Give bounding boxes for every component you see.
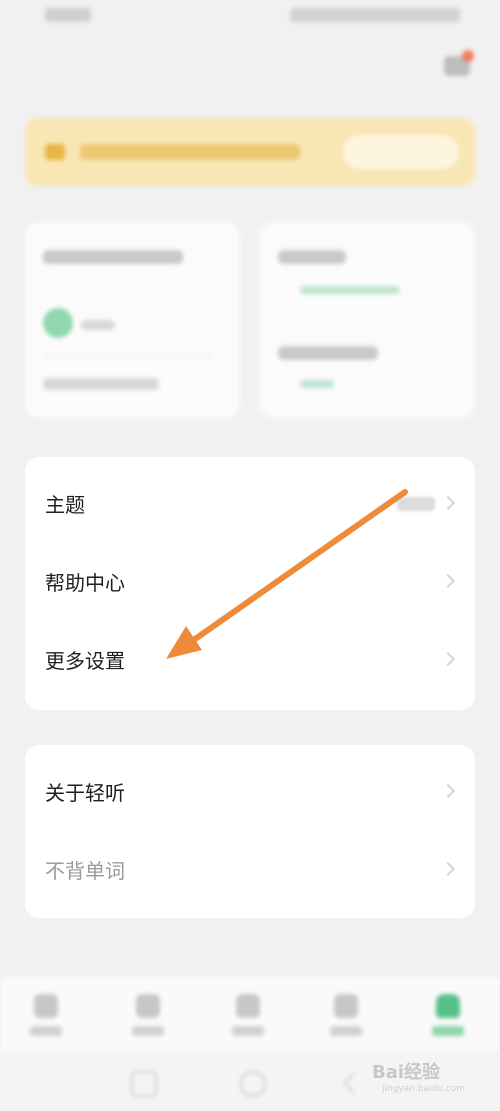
menu-item-label: 帮助中心 [45,571,125,595]
theme-value [397,497,435,511]
home-nav-icon[interactable] [240,1071,266,1097]
watermark-brand-suffix: 经验 [404,1062,441,1083]
status-icons [290,8,460,22]
stat-progress [300,286,400,294]
tab-category[interactable] [118,990,178,1045]
tab-label [432,1026,464,1036]
bottom-tab-bar [0,978,500,1053]
user-icon [436,994,460,1018]
menu-nav-icon[interactable] [131,1071,157,1097]
watermark-url: jingyan.baidu.com [382,1084,466,1094]
menu-item-label: 不背单词 [45,859,125,883]
listening-stats-card[interactable] [25,222,240,418]
card-title [43,250,183,264]
menu-item-label: 主题 [45,493,85,517]
tab-label [30,1026,62,1036]
back-nav-icon[interactable] [342,1071,366,1095]
bookshelf-icon [236,994,260,1018]
chevron-right-icon [440,861,456,877]
notification-dot [462,50,474,62]
stat-subtitle [43,378,159,390]
tab-home[interactable] [16,990,76,1045]
tab-mine[interactable] [418,990,478,1045]
tab-bookshelf[interactable] [218,990,278,1045]
menu-item-about[interactable]: 关于轻听 [25,755,475,833]
message-icon[interactable] [442,48,476,78]
category-icon [136,994,160,1018]
chevron-right-icon [440,783,456,799]
baidu-watermark: Bai经验 jingyan.baidu.com [372,1058,465,1094]
menu-item-label: 更多设置 [45,649,125,673]
watermark-brand: Bai [372,1062,405,1083]
status-bar [0,0,500,36]
chevron-right-icon [440,651,456,667]
tab-label [232,1026,264,1036]
chevron-right-icon [440,495,456,511]
tab-welfare[interactable] [316,990,376,1045]
vip-open-button[interactable] [343,135,459,169]
menu-item-label: 关于轻听 [45,781,125,805]
avatar [43,308,73,338]
crown-icon [45,144,65,160]
chevron-right-icon [440,573,456,589]
menu-item-help-center[interactable]: 帮助中心 [25,545,475,623]
about-menu-card: 关于轻听 不背单词 [25,745,475,918]
settings-menu-card: 主题 帮助中心 更多设置 [25,457,475,710]
stat-progress [300,380,334,388]
tab-label [132,1026,164,1036]
stat-title [278,250,346,264]
study-stats-card[interactable] [260,222,475,418]
status-time [45,8,91,22]
vip-banner[interactable] [25,118,475,186]
stat-value [81,320,115,330]
gift-icon [334,994,358,1018]
tab-label [330,1026,362,1036]
menu-item-no-memorize-words[interactable]: 不背单词 [25,833,475,911]
divider [43,356,213,357]
home-icon [34,994,58,1018]
menu-item-more-settings[interactable]: 更多设置 [25,623,475,701]
menu-item-theme[interactable]: 主题 [25,467,475,545]
vip-banner-text [80,144,300,160]
stat-title [278,346,378,360]
